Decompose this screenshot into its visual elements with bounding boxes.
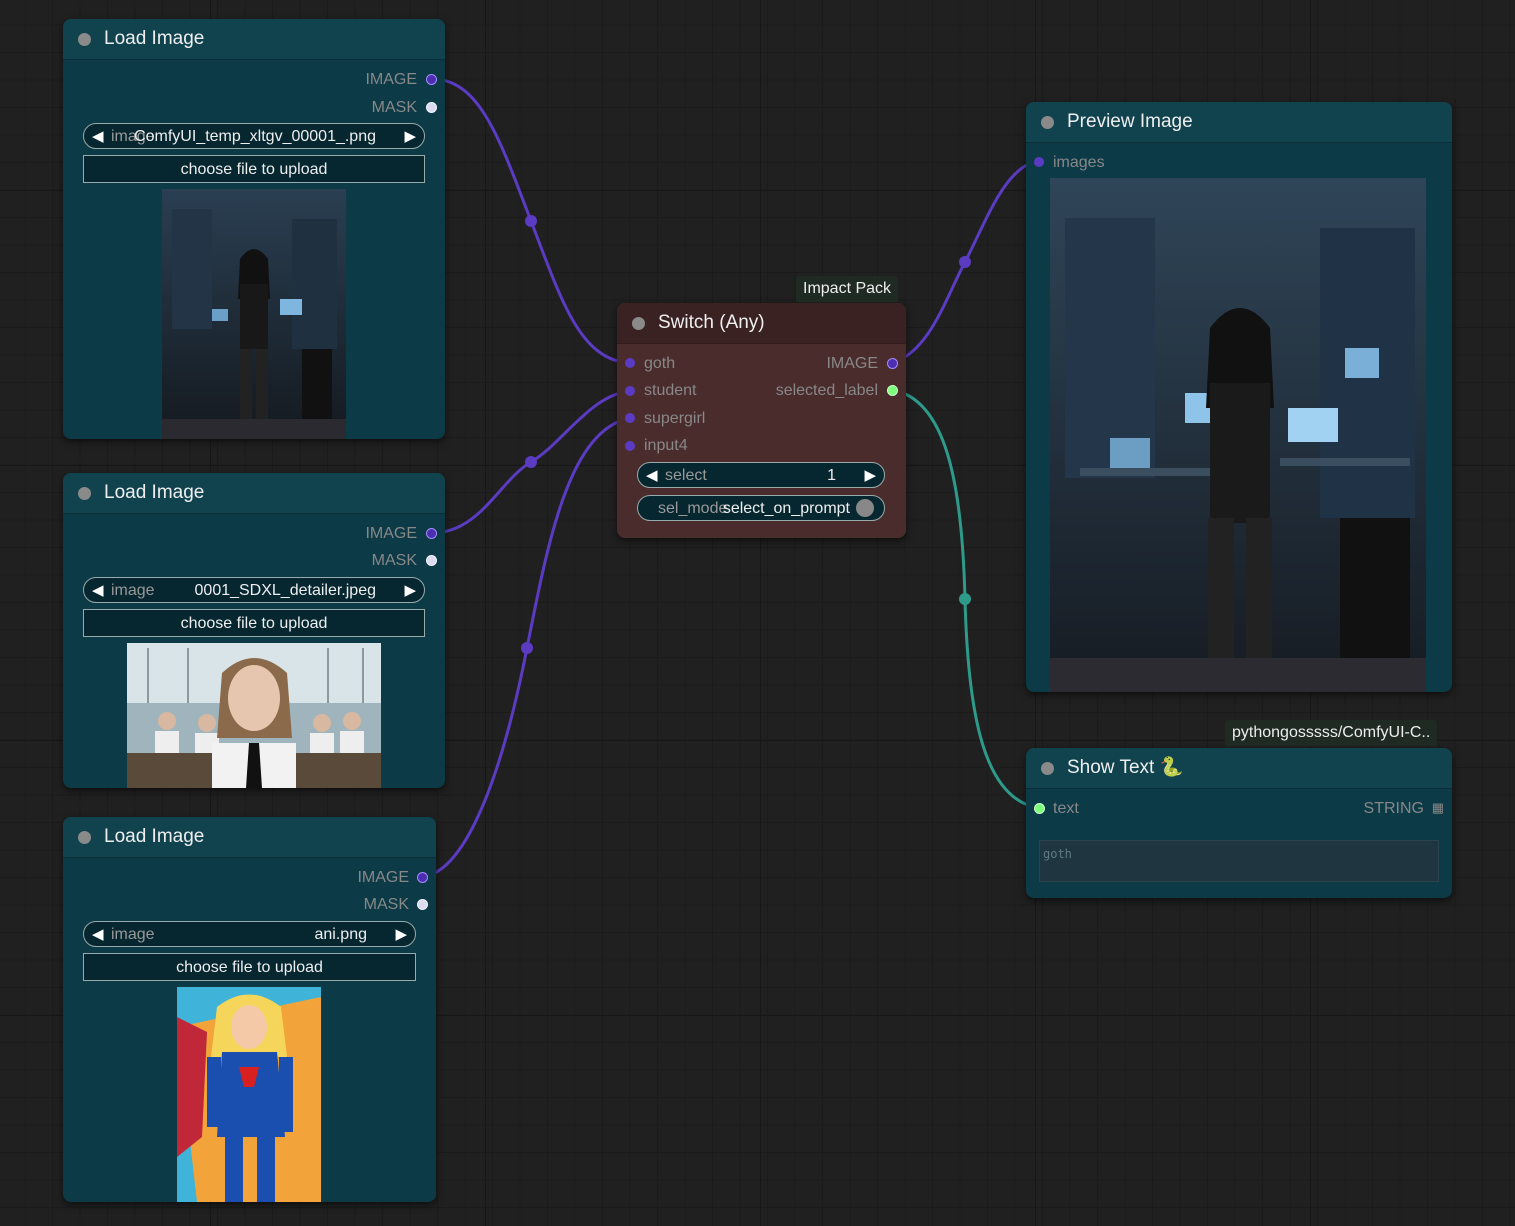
load-image-node-1[interactable]: Load Image IMAGE MASK ◀ image ComfyUI_te… [63, 19, 445, 439]
link-image3-to-supergirl [422, 416, 631, 879]
arrow-left-icon[interactable]: ◀ [92, 124, 104, 150]
node-title[interactable]: Load Image [63, 817, 436, 858]
input-supergirl-slot[interactable] [625, 413, 635, 423]
input-student-slot[interactable] [625, 386, 635, 396]
node-title[interactable]: Load Image [63, 473, 445, 514]
link-midpoint [959, 256, 971, 268]
switch-any-node[interactable]: Switch (Any) goth student supergirl inpu… [617, 303, 906, 538]
node-title-text: Load Image [104, 28, 205, 49]
input4-label: input4 [644, 437, 688, 454]
combo-value: 0001_SDXL_detailer.jpeg [194, 582, 376, 599]
output-image-slot[interactable] [426, 74, 437, 85]
input-student-label: student [644, 382, 697, 399]
input-text-label: text [1053, 800, 1079, 817]
arrow-right-icon[interactable]: ▶ [404, 124, 416, 150]
load-image-node-3[interactable]: Load Image IMAGE MASK ◀ image ani.png ▶ … [63, 817, 436, 1202]
combo-value: ani.png [314, 926, 368, 943]
load-image-node-2[interactable]: Load Image IMAGE MASK ◀ image 0001_SDXL_… [63, 473, 445, 788]
widget-value: select_on_prompt [722, 500, 850, 517]
output-mask-slot[interactable] [417, 899, 428, 910]
widget-label: select [665, 467, 707, 484]
link-switch-to-preview [892, 159, 1040, 365]
output-selected-label-slot[interactable] [887, 385, 898, 396]
output-image-slot[interactable] [426, 528, 437, 539]
arrow-right-icon[interactable]: ▶ [404, 578, 416, 604]
node-title[interactable]: Switch (Any) [617, 303, 906, 344]
input4-slot[interactable] [625, 441, 635, 451]
collapse-dot-icon[interactable] [1041, 116, 1054, 129]
image-combo[interactable]: ◀ image ani.png ▶ [83, 921, 416, 947]
arrow-right-icon[interactable]: ▶ [864, 463, 876, 489]
node-title-text: Load Image [104, 826, 205, 847]
arrow-right-icon[interactable]: ▶ [395, 922, 407, 948]
supergirl-illustration-image [177, 987, 321, 1202]
student-classroom-image [127, 643, 381, 788]
link-image2-to-student [431, 389, 631, 535]
output-mask-label: MASK [363, 896, 409, 913]
node-title-text: Preview Image [1067, 111, 1193, 132]
link-midpoint [959, 593, 971, 605]
combo-label: image [111, 582, 155, 599]
output-image-slot[interactable] [417, 872, 428, 883]
collapse-dot-icon[interactable] [1041, 762, 1054, 775]
show-text-node[interactable]: Show Text 🐍 text STRING ▦ goth [1026, 748, 1452, 898]
output-string-label: STRING [1363, 800, 1424, 817]
collapse-dot-icon[interactable] [632, 317, 645, 330]
output-image-label: IMAGE [826, 355, 878, 372]
node-title-text: Show Text 🐍 [1067, 757, 1184, 778]
output-image-label: IMAGE [365, 525, 417, 542]
combo-label: image [111, 926, 155, 943]
arrow-left-icon[interactable]: ◀ [92, 922, 104, 948]
input-images-label: images [1053, 154, 1105, 171]
collapse-dot-icon[interactable] [78, 831, 91, 844]
input-goth-label: goth [644, 355, 676, 372]
text-display-area[interactable]: goth [1039, 840, 1439, 882]
toggle-knob-icon[interactable] [856, 499, 874, 517]
output-image-label: IMAGE [365, 71, 417, 88]
upload-button[interactable]: choose file to upload [83, 609, 425, 637]
link-image1-to-goth [431, 77, 631, 365]
image-combo[interactable]: ◀ image ComfyUI_temp_xltgv_00001_.png ▶ [83, 123, 425, 149]
link-midpoint [525, 215, 537, 227]
grid-list-icon[interactable]: ▦ [1432, 800, 1444, 816]
combo-value: ComfyUI_temp_xltgv_00001_.png [134, 128, 376, 145]
node-title-text: Load Image [104, 482, 205, 503]
output-image-slot[interactable] [887, 358, 898, 369]
input-goth-slot[interactable] [625, 358, 635, 368]
arrow-left-icon[interactable]: ◀ [646, 463, 658, 489]
select-number-widget[interactable]: ◀ select 1 ▶ [637, 462, 885, 488]
show-text-badge: pythongosssss/ComfyUI-C.. [1225, 720, 1438, 746]
link-midpoint [525, 456, 537, 468]
link-midpoint [521, 642, 533, 654]
node-title-text: Switch (Any) [658, 312, 765, 333]
collapse-dot-icon[interactable] [78, 487, 91, 500]
input-supergirl-label: supergirl [644, 410, 706, 427]
output-mask-label: MASK [371, 99, 417, 116]
input-images-slot[interactable] [1034, 157, 1044, 167]
node-title[interactable]: Load Image [63, 19, 445, 60]
link-label-to-text [892, 388, 1040, 810]
widget-label: sel_mode [658, 500, 728, 517]
goth-girl-server-room-image [1050, 178, 1426, 692]
node-title[interactable]: Preview Image [1026, 102, 1452, 143]
goth-girl-server-room-image [162, 189, 346, 439]
node-title[interactable]: Show Text 🐍 [1026, 748, 1452, 789]
collapse-dot-icon[interactable] [78, 33, 91, 46]
arrow-left-icon[interactable]: ◀ [92, 578, 104, 604]
upload-button[interactable]: choose file to upload [83, 953, 416, 981]
output-mask-slot[interactable] [426, 102, 437, 113]
preview-image-node[interactable]: Preview Image images [1026, 102, 1452, 692]
output-mask-slot[interactable] [426, 555, 437, 566]
sel-mode-toggle-widget[interactable]: sel_mode select_on_prompt [637, 495, 885, 521]
upload-button[interactable]: choose file to upload [83, 155, 425, 183]
input-text-slot[interactable] [1034, 803, 1045, 814]
output-mask-label: MASK [371, 552, 417, 569]
widget-value: 1 [827, 467, 836, 484]
image-combo[interactable]: ◀ image 0001_SDXL_detailer.jpeg ▶ [83, 577, 425, 603]
output-image-label: IMAGE [357, 869, 409, 886]
output-selected-label: selected_label [775, 382, 878, 399]
switch-badge: Impact Pack [796, 276, 899, 302]
